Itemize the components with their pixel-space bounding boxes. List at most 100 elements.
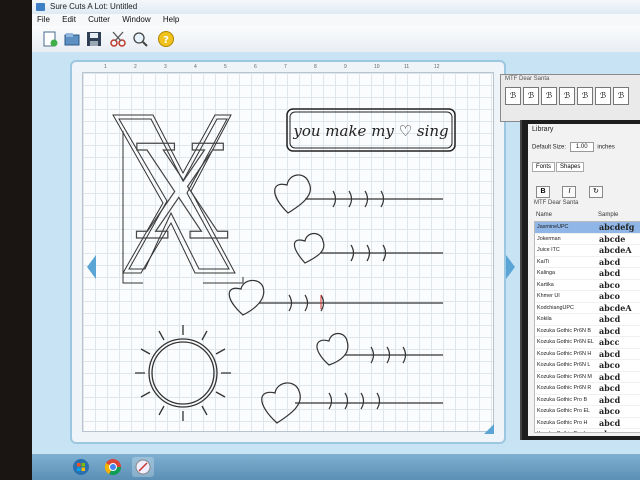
- heart-key-3[interactable]: [228, 279, 443, 316]
- mat-right-arrow[interactable]: [506, 255, 515, 279]
- heart-key-4[interactable]: [316, 332, 443, 366]
- font-name: Kozuka Gothic Pr6N L: [537, 362, 591, 368]
- font-list-item[interactable]: Kartika abco: [535, 280, 640, 291]
- help-icon[interactable]: ?: [156, 29, 176, 49]
- font-sample: abcd: [599, 314, 621, 324]
- toolbar: ?: [32, 26, 640, 53]
- font-name: Juice ITC: [537, 247, 560, 253]
- default-size-input[interactable]: 1.00: [569, 142, 594, 152]
- font-name: Kozuka Gothic Pr6N B: [537, 327, 591, 334]
- column-name[interactable]: Name: [536, 212, 552, 218]
- save-icon[interactable]: [84, 29, 104, 49]
- font-list-item[interactable]: Kozuka Gothic Pr6N M abcd: [535, 371, 640, 383]
- glyph-cell[interactable]: ℬ: [559, 87, 575, 105]
- mat-left-arrow[interactable]: [87, 255, 96, 279]
- font-name: Kozuka Gothic Pr6N R: [537, 385, 592, 391]
- font-sample: abcc: [599, 337, 620, 347]
- refresh-button[interactable]: ↻: [588, 186, 603, 198]
- font-sample: abcdeA: [599, 245, 632, 255]
- ruler-mark: 2: [134, 64, 137, 70]
- ruler-mark: 9: [344, 64, 347, 70]
- font-list-item[interactable]: Jokerman abcde: [535, 234, 640, 245]
- top-ruler: 1 2 3 4 5 6 7 8 9 10 11 12: [82, 64, 492, 72]
- sun-shape[interactable]: [135, 325, 231, 421]
- font-name: JasmineUPC: [537, 224, 569, 230]
- glyph-cell[interactable]: ℬ: [613, 87, 629, 105]
- tab-shapes[interactable]: Shapes: [556, 162, 585, 172]
- library-content: Library Default Size: 1.00 inches Fonts S…: [528, 124, 640, 436]
- heart-key-2[interactable]: [293, 232, 443, 264]
- font-list-item[interactable]: Kalinga abcd: [535, 268, 640, 280]
- banner-text[interactable]: you make my ♡ sing: [292, 122, 448, 140]
- menu-edit[interactable]: Edit: [57, 14, 81, 26]
- font-list-item[interactable]: KaiTi abcd: [535, 256, 640, 268]
- font-list-item[interactable]: Kozuka Gothic Pro EL abco: [535, 406, 640, 418]
- ruler-mark: 6: [254, 64, 257, 70]
- ruler-mark: 4: [194, 64, 197, 70]
- ruler-mark: 12: [434, 64, 440, 70]
- open-icon[interactable]: [62, 29, 82, 49]
- taskbar: [32, 454, 640, 480]
- font-list-item[interactable]: Kozuka Gothic Pro H abcd: [535, 418, 640, 429]
- font-list-item[interactable]: Kozuka Gothic Pro L abco: [535, 429, 640, 432]
- menu-bar: File Edit Cutter Window Help: [32, 14, 640, 26]
- bold-button[interactable]: B: [536, 186, 550, 198]
- font-list-item[interactable]: Kozuka Gothic Pr6N H abcd: [535, 349, 640, 360]
- tab-fonts[interactable]: Fonts: [532, 162, 556, 172]
- font-list-item[interactable]: Kokila abcd: [535, 314, 640, 326]
- font-sample: abco: [599, 406, 620, 416]
- font-list-item[interactable]: Kozuka Gothic Pro B abcd: [535, 394, 640, 406]
- glyph-cell[interactable]: ℬ: [595, 87, 611, 105]
- menu-file[interactable]: File: [32, 14, 55, 26]
- column-sample[interactable]: Sample: [598, 212, 618, 218]
- font-sample: abcd: [599, 371, 621, 382]
- font-sample: abco: [599, 429, 620, 432]
- glyph-cell[interactable]: ℬ: [505, 87, 521, 105]
- menu-window[interactable]: Window: [117, 14, 155, 26]
- font-list[interactable]: JasmineUPC abcdefg Jokerman abcde Juice ITC a…: [534, 221, 640, 433]
- ruler-mark: 10: [374, 64, 380, 70]
- windows-start-icon[interactable]: [70, 457, 92, 477]
- font-list-item[interactable]: Kozuka Gothic Pr6N EL abcc: [535, 337, 640, 349]
- font-sample: abcdeA: [599, 302, 632, 313]
- new-icon[interactable]: [40, 29, 60, 49]
- library-tabs: Fonts Shapes: [532, 162, 585, 172]
- font-sample: abcd: [599, 394, 621, 405]
- font-sample: abcd: [599, 325, 621, 336]
- glyph-cell[interactable]: ℬ: [541, 87, 557, 105]
- font-sample: abcd: [599, 256, 621, 267]
- font-list-item[interactable]: Kozuka Gothic Pr6N R abcd: [535, 383, 640, 395]
- font-list-item[interactable]: Khmer UI abco: [535, 291, 640, 303]
- scissors-icon[interactable]: [108, 29, 128, 49]
- chrome-icon[interactable]: [102, 457, 124, 477]
- default-size-unit: inches: [597, 144, 615, 151]
- letter-x[interactable]: X: [135, 116, 229, 269]
- app-icon: [36, 3, 45, 11]
- font-list-item[interactable]: Kozuka Gothic Pr6N B abcd: [535, 325, 640, 337]
- font-name: Kokila: [537, 316, 552, 322]
- glyph-cell[interactable]: ℬ: [523, 87, 539, 105]
- font-list-item[interactable]: JasmineUPC abcdefg: [535, 222, 640, 234]
- font-list-item[interactable]: Juice ITC abcdeA: [535, 245, 640, 257]
- font-name: KodchiangUPC: [537, 304, 574, 311]
- font-sample: abcdefg: [599, 222, 635, 232]
- mat-resize-handle[interactable]: [484, 424, 494, 434]
- font-list-item[interactable]: Kozuka Gothic Pr6N L abco: [535, 360, 640, 372]
- font-name: KaiTi: [537, 258, 550, 265]
- font-sample: abcd: [599, 268, 621, 278]
- font-name: Khmer UI: [537, 293, 560, 299]
- sure-cuts-icon[interactable]: [132, 457, 154, 477]
- menu-cutter[interactable]: Cutter: [83, 14, 115, 26]
- zoom-icon[interactable]: [130, 29, 150, 49]
- heart-key-5[interactable]: [261, 382, 443, 424]
- menu-help[interactable]: Help: [158, 14, 184, 26]
- heart-key-1[interactable]: [274, 174, 443, 214]
- cutting-mat: 1 2 3 4 5 6 7 8 9 10 11 12 X you make my…: [70, 60, 506, 444]
- font-list-item[interactable]: KodchiangUPC abcdeA: [535, 302, 640, 314]
- font-name: Kartika: [537, 281, 554, 288]
- glyph-cell[interactable]: ℬ: [577, 87, 593, 105]
- glyph-panel-title: MTF Dear Santa: [505, 76, 550, 82]
- design-canvas[interactable]: X you make my ♡ sing: [82, 72, 494, 432]
- current-font-label: MTF Dear Santa: [534, 200, 579, 206]
- italic-button[interactable]: I: [562, 186, 577, 198]
